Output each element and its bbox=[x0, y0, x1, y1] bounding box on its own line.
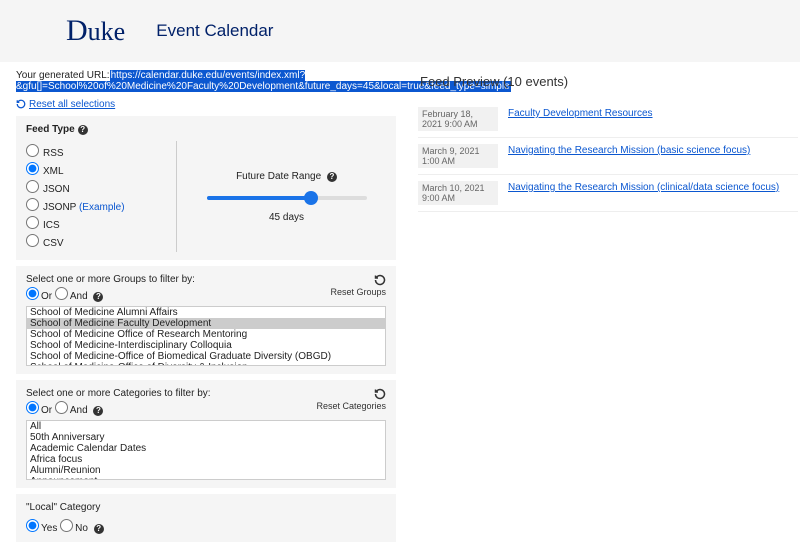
page-header: Duke Event Calendar bbox=[0, 0, 800, 62]
example-link[interactable]: (Example) bbox=[79, 202, 125, 213]
local-category-panel: "Local" Category Yes No ? bbox=[16, 494, 396, 542]
feed-option-xml[interactable]: XML bbox=[26, 162, 166, 177]
list-item[interactable]: School of Medicine Faculty Development bbox=[27, 318, 385, 329]
help-icon[interactable]: ? bbox=[327, 172, 337, 182]
feed-option-rss[interactable]: RSS bbox=[26, 144, 166, 159]
reset-categories-button[interactable]: Reset Categories bbox=[316, 388, 386, 411]
range-slider[interactable] bbox=[207, 196, 367, 200]
list-item[interactable]: Academic Calendar Dates bbox=[27, 443, 385, 454]
divider bbox=[176, 141, 177, 252]
groups-listbox[interactable]: School of Medicine Alumni AffairsSchool … bbox=[26, 306, 386, 366]
event-row: February 18, 2021 9:00 AM Faculty Develop… bbox=[418, 101, 798, 138]
range-value: 45 days bbox=[187, 212, 386, 223]
feed-option-csv[interactable]: CSV bbox=[26, 234, 166, 249]
feed-option-ics[interactable]: ICS bbox=[26, 216, 166, 231]
local-yes[interactable]: Yes bbox=[26, 523, 57, 534]
help-icon[interactable]: ? bbox=[78, 125, 88, 135]
refresh-icon bbox=[16, 99, 26, 109]
categories-header: Select one or more Categories to filter … bbox=[26, 388, 316, 399]
event-date: March 10, 2021 9:00 AM bbox=[418, 181, 498, 205]
list-item[interactable]: School of Medicine Alumni Affairs bbox=[27, 307, 385, 318]
list-item[interactable]: All bbox=[27, 421, 385, 432]
local-header: "Local" Category bbox=[26, 502, 386, 513]
feed-type-options: RSS XML JSON JSONP (Example) ICS CSV bbox=[26, 141, 166, 252]
event-title-link[interactable]: Navigating the Research Mission (clinica… bbox=[508, 181, 798, 205]
refresh-icon bbox=[374, 388, 386, 400]
list-item[interactable]: 50th Anniversary bbox=[27, 432, 385, 443]
list-item[interactable]: Announcement bbox=[27, 476, 385, 480]
feed-option-jsonp[interactable]: JSONP (Example) bbox=[26, 198, 166, 213]
event-row: March 9, 2021 1:00 AM Navigating the Rese… bbox=[418, 138, 798, 175]
event-title-link[interactable]: Navigating the Research Mission (basic s… bbox=[508, 144, 798, 168]
list-item[interactable]: Alumni/Reunion bbox=[27, 465, 385, 476]
categories-or[interactable]: Or bbox=[26, 405, 52, 416]
events-list: February 18, 2021 9:00 AM Faculty Develop… bbox=[418, 101, 798, 212]
range-label: Future Date Range ? bbox=[187, 171, 386, 182]
feed-type-panel: Feed Type? RSS XML JSON JSONP (Example) … bbox=[16, 116, 396, 260]
categories-and[interactable]: And bbox=[55, 405, 88, 416]
help-icon[interactable]: ? bbox=[93, 406, 103, 416]
groups-panel: Select one or more Groups to filter by: … bbox=[16, 266, 396, 374]
reset-groups-button[interactable]: Reset Groups bbox=[330, 274, 386, 297]
categories-panel: Select one or more Categories to filter … bbox=[16, 380, 396, 488]
groups-header: Select one or more Groups to filter by: bbox=[26, 274, 330, 285]
groups-or[interactable]: Or bbox=[26, 291, 52, 302]
refresh-icon bbox=[374, 274, 386, 286]
app-title: Event Calendar bbox=[156, 21, 273, 41]
event-title-link[interactable]: Faculty Development Resources bbox=[508, 107, 798, 131]
list-item[interactable]: Africa focus bbox=[27, 454, 385, 465]
event-row: March 10, 2021 9:00 AM Navigating the Res… bbox=[418, 175, 798, 212]
list-item[interactable]: School of Medicine-Office of Diversity &… bbox=[27, 362, 385, 366]
url-label: Your generated URL: bbox=[16, 70, 110, 81]
groups-and[interactable]: And bbox=[55, 291, 88, 302]
generated-url: Your generated URL:https://calendar.duke… bbox=[16, 70, 396, 92]
reset-all-link[interactable]: Reset all selections bbox=[16, 99, 115, 110]
categories-listbox[interactable]: All50th AnniversaryAcademic Calendar Dat… bbox=[26, 420, 386, 480]
feed-preview-title: Feed Preview (10 events) bbox=[420, 74, 798, 89]
list-item[interactable]: School of Medicine-Interdisciplinary Col… bbox=[27, 340, 385, 351]
local-no[interactable]: No bbox=[60, 523, 88, 534]
feed-type-header: Feed Type? bbox=[26, 124, 386, 135]
event-date: March 9, 2021 1:00 AM bbox=[418, 144, 498, 168]
help-icon[interactable]: ? bbox=[94, 524, 104, 534]
help-icon[interactable]: ? bbox=[93, 292, 103, 302]
list-item[interactable]: School of Medicine Office of Research Me… bbox=[27, 329, 385, 340]
feed-option-json[interactable]: JSON bbox=[26, 180, 166, 195]
list-item[interactable]: School of Medicine-Office of Biomedical … bbox=[27, 351, 385, 362]
event-date: February 18, 2021 9:00 AM bbox=[418, 107, 498, 131]
duke-logo: Duke bbox=[66, 14, 125, 48]
